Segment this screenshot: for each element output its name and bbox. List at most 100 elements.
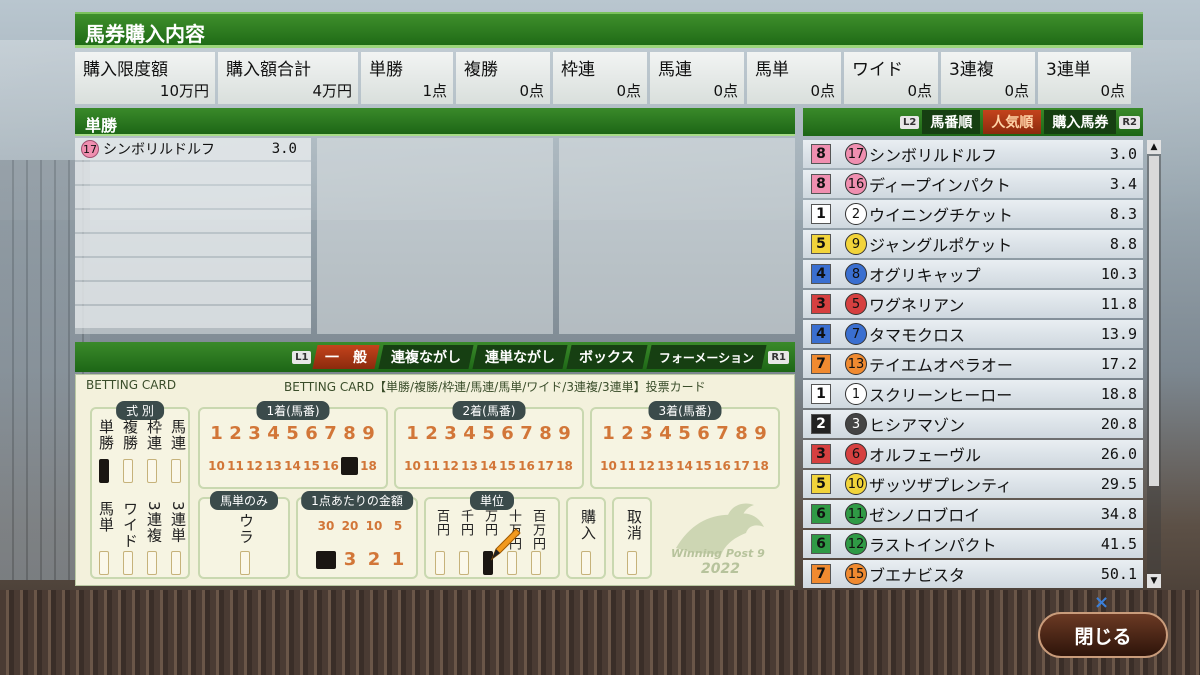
horse-row[interactable]: 4 7 タマモクロス 13.9 <box>803 320 1143 348</box>
horse-digit[interactable]: 9 <box>556 425 573 443</box>
horse-digit[interactable]: 2 <box>423 425 440 443</box>
horse-digit[interactable]: 17 <box>537 457 554 475</box>
amount-option[interactable]: 10 <box>364 517 384 535</box>
tab-formation[interactable]: フォーメーション <box>646 345 767 369</box>
type-wakuren-mark[interactable] <box>147 459 157 483</box>
amount-option[interactable]: 30 <box>316 517 336 535</box>
type-sanrentan-mark[interactable] <box>171 551 181 575</box>
horse-digit[interactable]: 16 <box>714 457 731 475</box>
amount-option[interactable]: 1 <box>388 551 408 569</box>
horse-digit-marked[interactable]: 17 <box>341 457 358 475</box>
horse-row[interactable]: 6 11 ゼンノロブロイ 34.8 <box>803 500 1143 528</box>
cancel-mark[interactable] <box>627 551 637 575</box>
horse-row[interactable]: 5 10 ザッツザプレンティ 29.5 <box>803 470 1143 498</box>
tab-general[interactable]: 一 般 <box>312 345 381 369</box>
unit-hyakuen-mark[interactable] <box>435 551 445 575</box>
horse-digit[interactable]: 4 <box>461 425 478 443</box>
horse-row[interactable]: 7 15 ブエナビスタ 50.1 <box>803 560 1143 588</box>
horse-digit[interactable]: 16 <box>518 457 535 475</box>
scroll-up-icon[interactable]: ▲ <box>1147 140 1161 154</box>
horse-digit[interactable]: 8 <box>733 425 750 443</box>
horse-row[interactable]: 3 6 オルフェーヴル 26.0 <box>803 440 1143 468</box>
horse-digit[interactable]: 15 <box>695 457 712 475</box>
type-wide-mark[interactable] <box>123 551 133 575</box>
tab-rentan-nagashi[interactable]: 連単ながし <box>472 345 569 369</box>
horse-digit[interactable]: 6 <box>695 425 712 443</box>
horse-digit[interactable]: 11 <box>423 457 440 475</box>
type-sanrenpuku-mark[interactable] <box>147 551 157 575</box>
ura-mark[interactable] <box>240 551 250 575</box>
horse-digit[interactable]: 18 <box>360 457 377 475</box>
horse-digit[interactable]: 1 <box>600 425 617 443</box>
horse-list-scrollbar[interactable]: ▲ ▼ <box>1147 140 1161 588</box>
horse-row[interactable]: 4 8 オグリキャップ 10.3 <box>803 260 1143 288</box>
horse-digit[interactable]: 4 <box>657 425 674 443</box>
horse-row[interactable]: 7 13 テイエムオペラオー 17.2 <box>803 350 1143 378</box>
type-umaren-mark[interactable] <box>171 459 181 483</box>
horse-digit[interactable]: 9 <box>752 425 769 443</box>
horse-digit[interactable]: 11 <box>227 457 244 475</box>
horse-digit[interactable]: 12 <box>442 457 459 475</box>
summary-value: 0点 <box>616 82 641 100</box>
amount-option-marked[interactable]: 4 <box>316 551 336 569</box>
horse-digit[interactable]: 3 <box>442 425 459 443</box>
horse-digit[interactable]: 13 <box>657 457 674 475</box>
buy-button[interactable]: 購入 <box>566 497 606 579</box>
horse-digit[interactable]: 7 <box>518 425 535 443</box>
horse-digit[interactable]: 3 <box>638 425 655 443</box>
horse-digit[interactable]: 18 <box>556 457 573 475</box>
scrollbar-thumb[interactable] <box>1149 156 1159 486</box>
horse-digit[interactable]: 7 <box>714 425 731 443</box>
tab-box[interactable]: ボックス <box>566 345 648 369</box>
unit-hyakuman-mark[interactable] <box>531 551 541 575</box>
horse-digit[interactable]: 10 <box>600 457 617 475</box>
horse-row[interactable]: 8 16 ディープインパクト 3.4 <box>803 170 1143 198</box>
horse-row[interactable]: 8 17 シンボリルドルフ 3.0 <box>803 140 1143 168</box>
horse-row[interactable]: 6 12 ラストインパクト 41.5 <box>803 530 1143 558</box>
horse-digit[interactable]: 5 <box>676 425 693 443</box>
type-umatan-mark[interactable] <box>99 551 109 575</box>
horse-digit[interactable]: 13 <box>461 457 478 475</box>
horse-row[interactable]: 1 1 スクリーンヒーロー 18.8 <box>803 380 1143 408</box>
horse-digit[interactable]: 14 <box>284 457 301 475</box>
amount-option[interactable]: 20 <box>340 517 360 535</box>
horse-digit[interactable]: 8 <box>537 425 554 443</box>
horse-row[interactable]: 1 2 ウイニングチケット 8.3 <box>803 200 1143 228</box>
horse-digit[interactable]: 14 <box>480 457 497 475</box>
horse-row[interactable]: 3 5 ワグネリアン 11.8 <box>803 290 1143 318</box>
type-tansho-mark[interactable] <box>99 459 109 483</box>
horse-row[interactable]: 2 3 ヒシアマゾン 20.8 <box>803 410 1143 438</box>
horse-digit[interactable]: 18 <box>752 457 769 475</box>
horse-row[interactable]: 5 9 ジャングルポケット 8.8 <box>803 230 1143 258</box>
horse-digit[interactable]: 16 <box>322 457 339 475</box>
horse-digit[interactable]: 15 <box>303 457 320 475</box>
horse-digit[interactable]: 11 <box>619 457 636 475</box>
type-fukusho-mark[interactable] <box>123 459 133 483</box>
horse-digit[interactable]: 2 <box>619 425 636 443</box>
close-button[interactable]: 閉じる <box>1038 612 1168 658</box>
horse-digit[interactable]: 1 <box>404 425 421 443</box>
frame-number-badge: 5 <box>811 474 831 494</box>
horse-digit[interactable]: 10 <box>404 457 421 475</box>
tab-purchased-tickets[interactable]: 購入馬券 <box>1044 110 1117 134</box>
amount-option[interactable]: 3 <box>340 551 360 569</box>
tab-horse-number-order[interactable]: 馬番順 <box>922 110 981 134</box>
tab-renpuku-nagashi[interactable]: 連複ながし <box>378 345 475 369</box>
buy-mark[interactable] <box>581 551 591 575</box>
bet-row[interactable]: 17 シンボリルドルフ 3.0 <box>75 138 311 160</box>
tab-popularity-order[interactable]: 人気順 <box>983 110 1042 134</box>
amount-option[interactable]: 2 <box>364 551 384 569</box>
horse-digit[interactable]: 5 <box>480 425 497 443</box>
horse-digit[interactable]: 15 <box>499 457 516 475</box>
horse-digit[interactable]: 12 <box>638 457 655 475</box>
horse-digit[interactable]: 17 <box>733 457 750 475</box>
horse-digit[interactable]: 13 <box>265 457 282 475</box>
amount-option[interactable]: 5 <box>388 517 408 535</box>
cancel-button[interactable]: 取消 <box>612 497 652 579</box>
unit-senen-mark[interactable] <box>459 551 469 575</box>
horse-digit[interactable]: 6 <box>499 425 516 443</box>
horse-digit[interactable]: 10 <box>208 457 225 475</box>
scroll-down-icon[interactable]: ▼ <box>1147 574 1161 588</box>
horse-digit[interactable]: 12 <box>246 457 263 475</box>
horse-digit[interactable]: 14 <box>676 457 693 475</box>
